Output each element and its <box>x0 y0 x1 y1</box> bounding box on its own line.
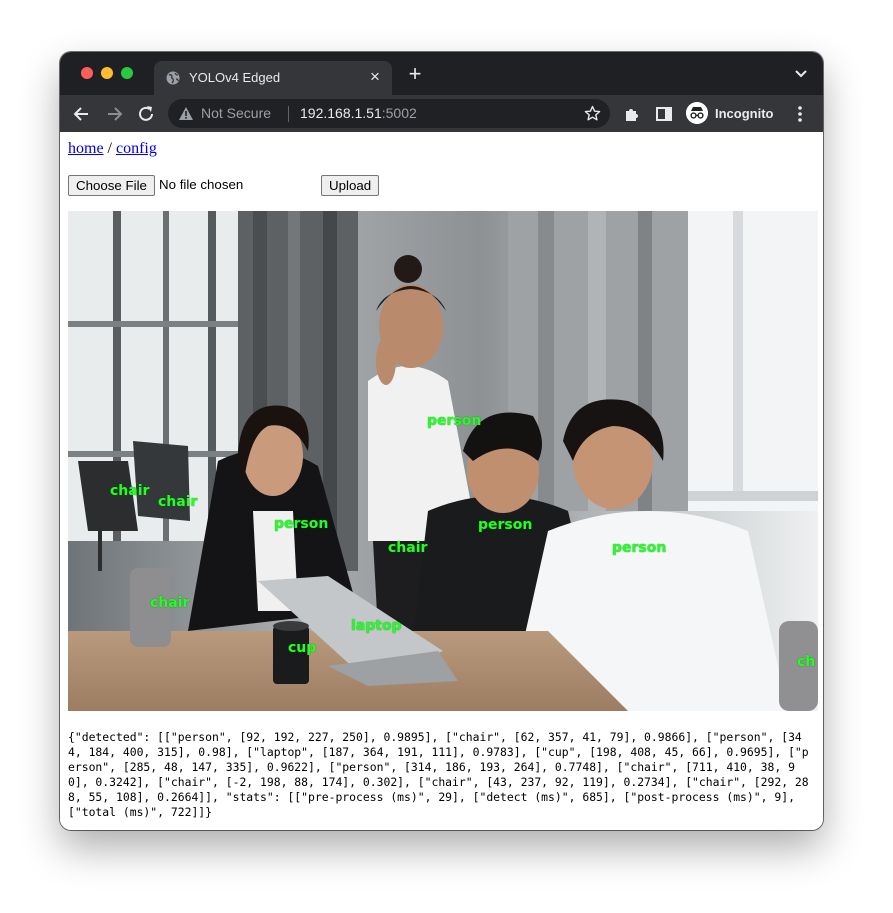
globe-icon <box>166 71 180 85</box>
divider <box>288 106 289 122</box>
detection-result-image: person chair chair person person chair p… <box>68 211 818 711</box>
incognito-icon <box>686 102 708 124</box>
side-panel-icon[interactable] <box>655 105 673 123</box>
home-link[interactable]: home <box>68 140 104 157</box>
extensions-icon[interactable] <box>623 105 641 123</box>
detection-label: chair <box>150 595 190 611</box>
active-tab[interactable]: YOLOv4 Edged × <box>154 61 392 95</box>
chevron-down-icon[interactable] <box>793 65 809 81</box>
choose-file-button[interactable]: Choose File <box>68 175 155 196</box>
back-icon[interactable] <box>72 104 92 124</box>
close-icon[interactable]: × <box>366 68 384 86</box>
warning-icon[interactable] <box>178 106 194 121</box>
address-bar[interactable]: Not Secure 192.168.1.51:5002 <box>168 99 610 128</box>
detection-label: chair <box>158 494 198 510</box>
detection-label: laptop <box>351 618 402 634</box>
zoom-window-button[interactable] <box>121 67 133 79</box>
tab-title: YOLOv4 Edged <box>189 70 281 85</box>
security-label[interactable]: Not Secure <box>201 105 271 121</box>
url-port: :5002 <box>381 105 417 121</box>
detection-label: person <box>612 540 667 556</box>
office-meeting-photo <box>68 211 818 711</box>
close-window-button[interactable] <box>81 67 93 79</box>
detection-label: person <box>427 413 482 429</box>
star-icon[interactable] <box>584 105 601 122</box>
forward-icon[interactable] <box>104 104 124 124</box>
detection-label: ch <box>797 654 816 670</box>
minimize-window-button[interactable] <box>101 67 113 79</box>
upload-button[interactable]: Upload <box>321 175 380 196</box>
reload-icon[interactable] <box>136 104 156 124</box>
detection-label: chair <box>110 483 150 499</box>
config-link[interactable]: config <box>116 140 157 157</box>
detection-label: chair <box>388 540 428 556</box>
detection-label: person <box>274 516 329 532</box>
page-content: home / config Choose File No file chosen… <box>60 132 823 830</box>
incognito-badge[interactable]: Incognito <box>684 100 777 127</box>
browser-toolbar: Not Secure 192.168.1.51:5002 Incognito <box>60 95 823 132</box>
file-status: No file chosen <box>159 177 244 192</box>
detection-json-output: {"detected": [["person", [92, 192, 227, … <box>68 730 809 819</box>
plus-icon[interactable]: + <box>405 63 425 85</box>
breadcrumb: home / config <box>68 140 157 158</box>
incognito-label: Incognito <box>715 106 774 121</box>
url-text[interactable]: 192.168.1.51:5002 <box>300 105 417 121</box>
menu-icon[interactable] <box>797 105 803 123</box>
detection-label: person <box>478 517 533 533</box>
url-host: 192.168.1.51 <box>300 105 382 121</box>
detection-label: cup <box>288 640 317 656</box>
tab-strip: YOLOv4 Edged × + <box>60 52 823 95</box>
breadcrumb-separator: / <box>103 140 116 157</box>
browser-window: YOLOv4 Edged × + Not Secure 192.168.1.51… <box>60 52 823 830</box>
